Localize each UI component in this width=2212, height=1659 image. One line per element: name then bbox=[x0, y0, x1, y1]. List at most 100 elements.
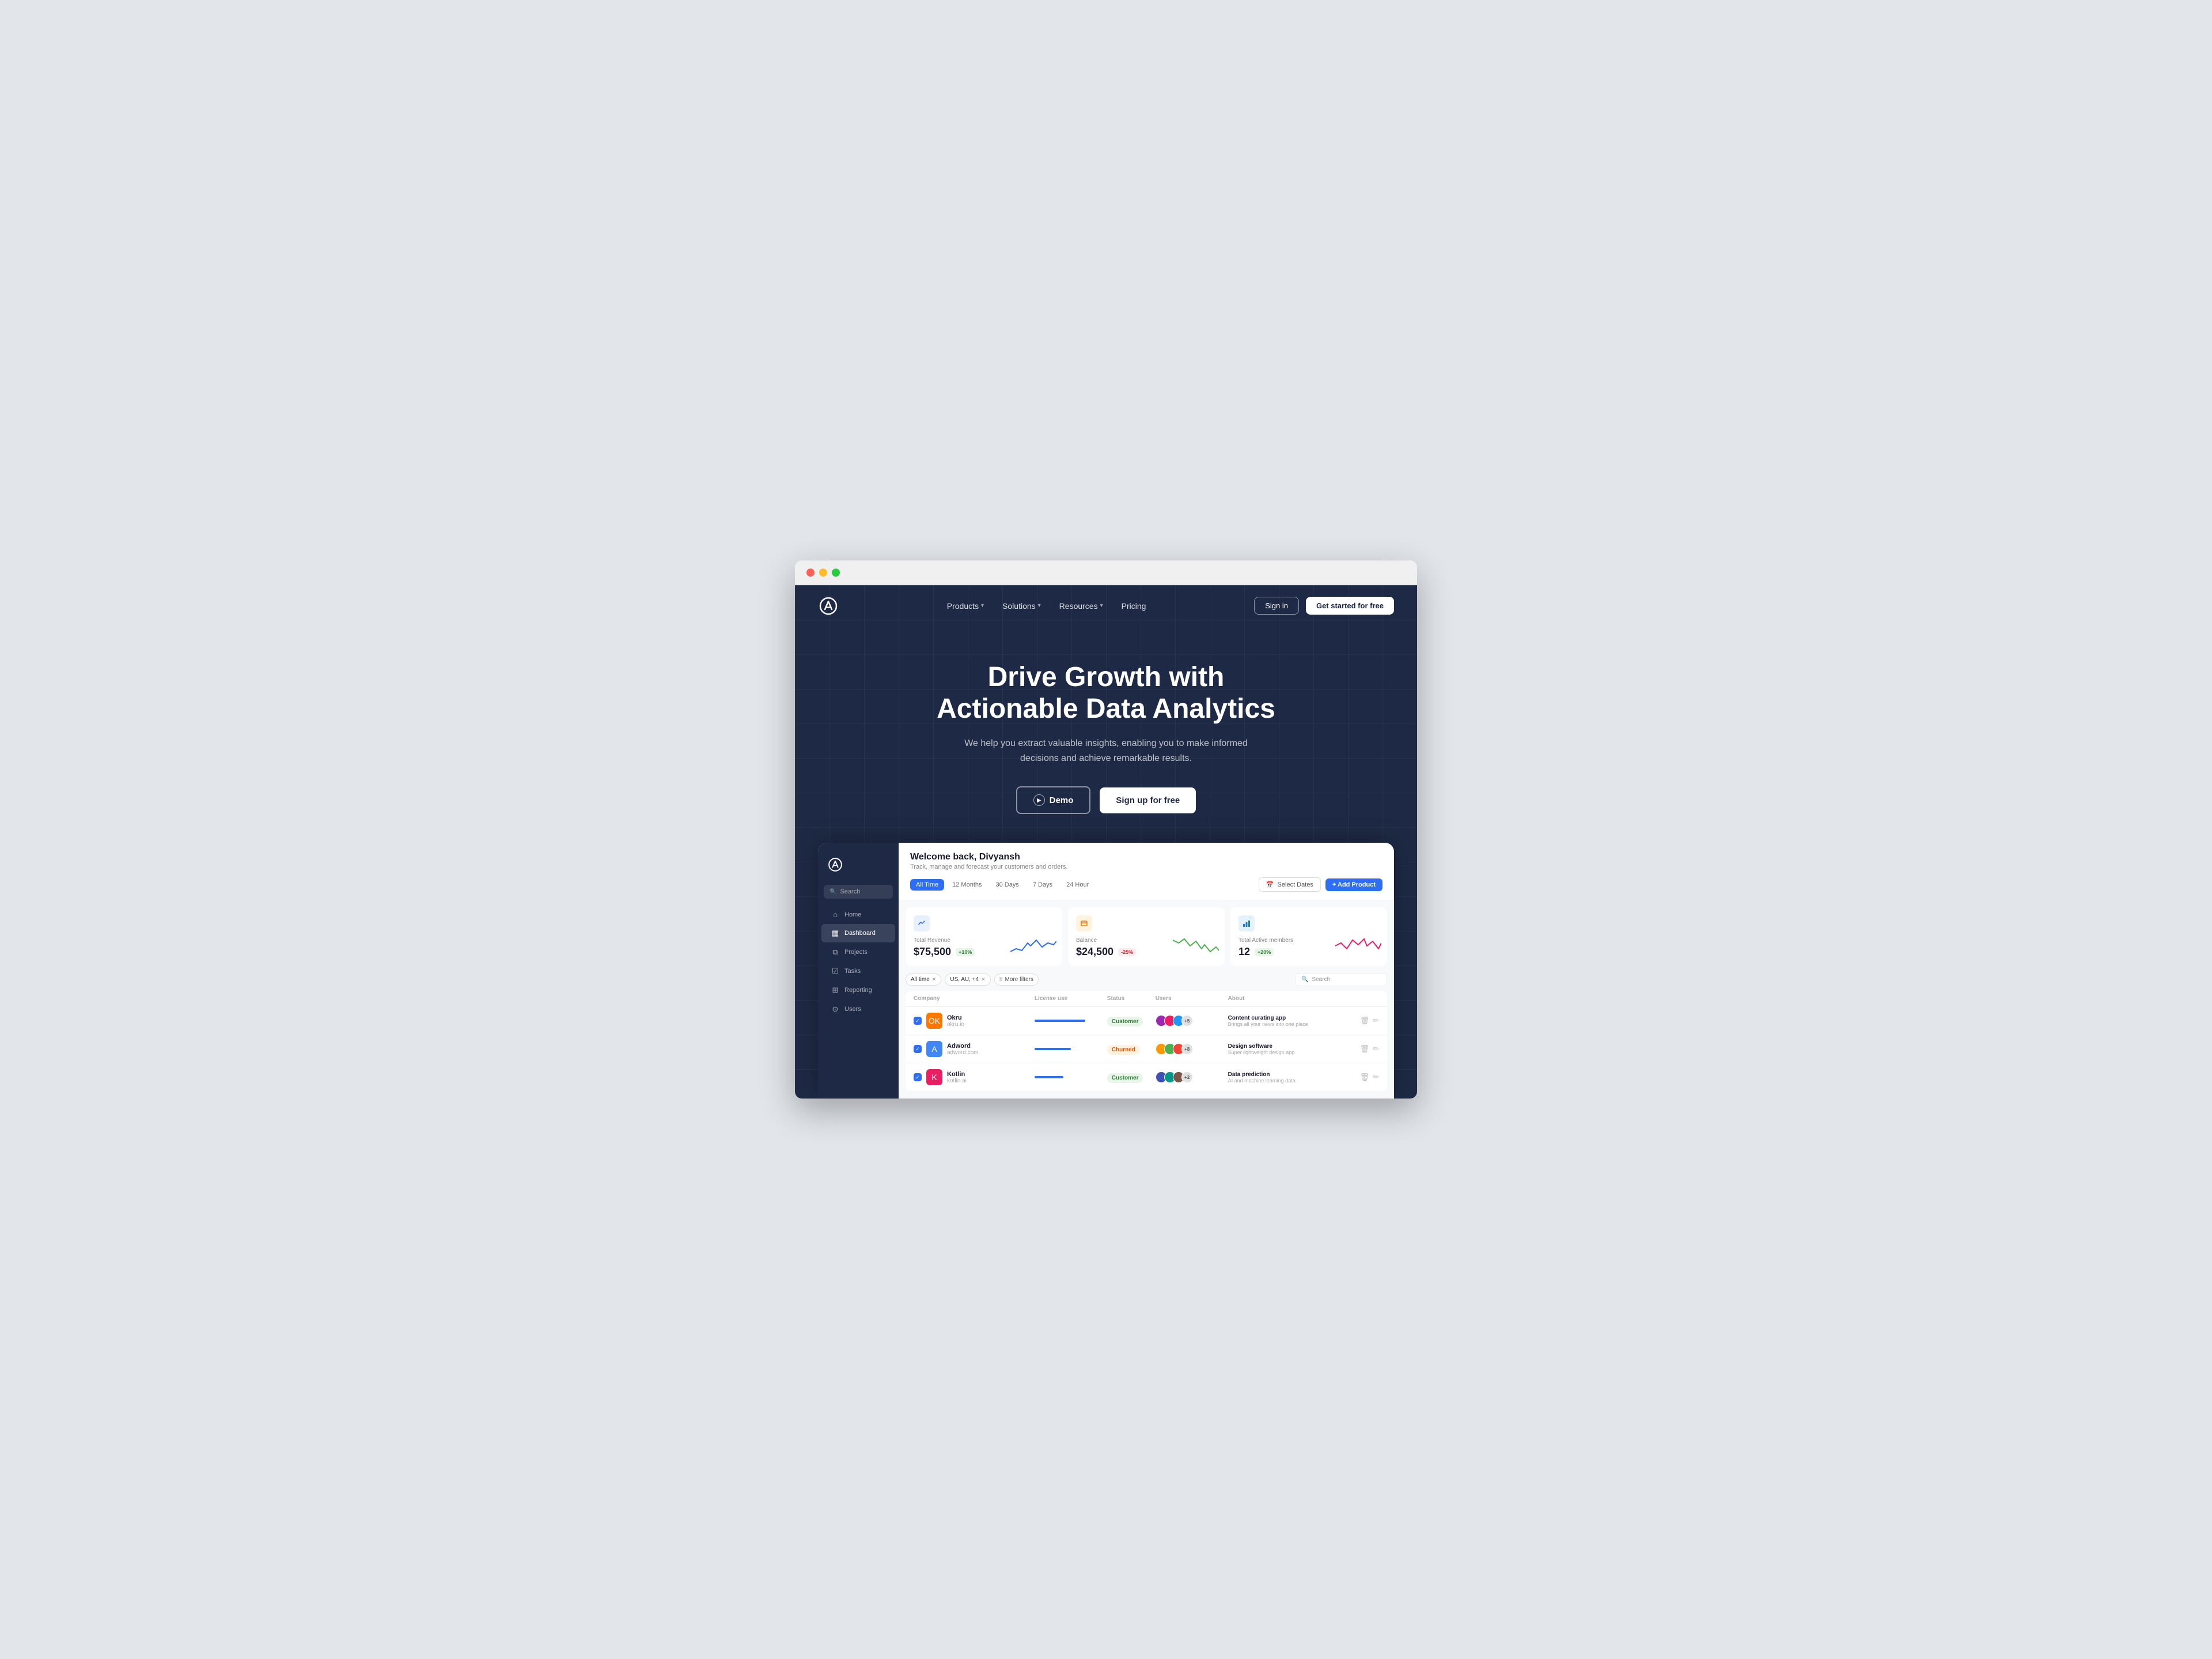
balance-icon bbox=[1076, 915, 1092, 931]
filter-chip-region[interactable]: US, AU, +4 ✕ bbox=[945, 974, 990, 986]
metric-badge: +10% bbox=[956, 948, 975, 956]
hero-content: Drive Growth with Actionable Data Analyt… bbox=[795, 627, 1417, 843]
about-desc: AI and machine learning data bbox=[1228, 1078, 1349, 1084]
dashboard-filters: All Time 12 Months 30 Days 7 Days 24 Hou… bbox=[910, 877, 1382, 892]
metric-value: $75,500 bbox=[914, 946, 951, 958]
about-title: Design software bbox=[1228, 1043, 1349, 1050]
sidebar-search[interactable]: 🔍 Search bbox=[824, 885, 893, 899]
license-cell bbox=[1035, 1020, 1107, 1022]
company-name: Okru bbox=[947, 1014, 964, 1021]
add-product-button[interactable]: + Add Product bbox=[1325, 878, 1382, 891]
remove-filter-icon[interactable]: ✕ bbox=[981, 976, 986, 983]
hero-section: Products ▾ Solutions ▾ Resources ▾ bbox=[795, 585, 1417, 1099]
row-actions: 🗑 ✏ bbox=[1349, 1044, 1379, 1054]
remove-filter-icon[interactable]: ✕ bbox=[932, 976, 937, 983]
browser-chrome bbox=[795, 560, 1417, 585]
row-checkbox[interactable]: ✓ bbox=[914, 1045, 922, 1053]
fullscreen-button[interactable] bbox=[832, 569, 840, 577]
browser-window: Products ▾ Solutions ▾ Resources ▾ bbox=[795, 560, 1417, 1099]
sidebar-item-home[interactable]: ⌂ Home bbox=[821, 906, 895, 923]
tab-30days[interactable]: 30 Days bbox=[990, 879, 1025, 891]
edit-icon[interactable]: ✏ bbox=[1373, 1044, 1379, 1054]
minimize-button[interactable] bbox=[819, 569, 827, 577]
delete-icon[interactable]: 🗑 bbox=[1360, 1044, 1370, 1054]
tasks-icon: ☑ bbox=[831, 967, 840, 976]
company-info: Okru okru.io bbox=[947, 1014, 964, 1028]
table-section: All time ✕ US, AU, +4 ✕ ≡ More filters bbox=[899, 973, 1394, 1099]
company-cell: ✓ A Adword adword.com bbox=[914, 1041, 1035, 1057]
site-logo[interactable] bbox=[818, 596, 839, 616]
col-license: License use bbox=[1035, 995, 1107, 1002]
col-company: Company bbox=[914, 995, 1035, 1002]
delete-icon[interactable]: 🗑 bbox=[1360, 1073, 1370, 1082]
sparkline-members bbox=[1335, 934, 1381, 960]
hero-subtitle: We help you extract valuable insights, e… bbox=[945, 736, 1267, 766]
home-icon: ⌂ bbox=[831, 910, 840, 919]
search-icon: 🔍 bbox=[1301, 976, 1308, 983]
sparkline-balance bbox=[1173, 934, 1219, 960]
filter-chip-alltime[interactable]: All time ✕ bbox=[906, 974, 941, 986]
filter-chip-more[interactable]: ≡ More filters bbox=[994, 974, 1039, 986]
nav-products[interactable]: Products ▾ bbox=[940, 598, 991, 614]
status-badge: Customer bbox=[1107, 1073, 1143, 1083]
projects-icon: ⧉ bbox=[831, 948, 840, 957]
metric-value: $24,500 bbox=[1076, 946, 1113, 958]
users-cell: +2 bbox=[1156, 1071, 1228, 1083]
status-badge: Customer bbox=[1107, 1017, 1143, 1027]
hero-buttons: ▶ Demo Sign up for free bbox=[818, 786, 1394, 814]
status-cell: Customer bbox=[1107, 1016, 1156, 1027]
row-checkbox[interactable]: ✓ bbox=[914, 1073, 922, 1081]
tab-7days[interactable]: 7 Days bbox=[1027, 879, 1058, 891]
dashboard-icon: ▦ bbox=[831, 929, 840, 938]
sidebar-search-placeholder: Search bbox=[840, 888, 860, 895]
select-dates-button[interactable]: 📅 Select Dates bbox=[1259, 877, 1321, 892]
avatar-more: +5 bbox=[1181, 1015, 1193, 1027]
sidebar-item-projects[interactable]: ⧉ Projects bbox=[821, 943, 895, 961]
company-logo: A bbox=[926, 1041, 942, 1057]
edit-icon[interactable]: ✏ bbox=[1373, 1016, 1379, 1025]
signin-button[interactable]: Sign in bbox=[1254, 597, 1299, 615]
sidebar-item-label: Tasks bbox=[844, 968, 861, 975]
nav-pricing[interactable]: Pricing bbox=[1115, 598, 1153, 614]
sidebar-item-dashboard[interactable]: ▦ Dashboard bbox=[821, 924, 895, 942]
tab-12months[interactable]: 12 Months bbox=[946, 879, 987, 891]
table-row: ✓ OK Okru okru.io Cus bbox=[906, 1007, 1387, 1035]
sidebar-item-tasks[interactable]: ☑ Tasks bbox=[821, 962, 895, 980]
sparkline-revenue bbox=[1010, 934, 1056, 960]
sidebar-item-label: Home bbox=[844, 911, 861, 918]
sidebar-item-users[interactable]: ⊙ Users bbox=[821, 1000, 895, 1018]
status-badge: Churned bbox=[1107, 1045, 1140, 1055]
tab-24hour[interactable]: 24 Hour bbox=[1060, 879, 1094, 891]
sidebar-logo bbox=[818, 852, 899, 885]
license-cell bbox=[1035, 1048, 1107, 1050]
calendar-icon: 📅 bbox=[1266, 881, 1274, 888]
col-users: Users bbox=[1156, 995, 1228, 1002]
time-tabs: All Time 12 Months 30 Days 7 Days 24 Hou… bbox=[910, 879, 1094, 891]
users-cell: +5 bbox=[1156, 1015, 1228, 1027]
license-bar bbox=[1035, 1076, 1063, 1078]
revenue-icon bbox=[914, 915, 930, 931]
signup-hero-button[interactable]: Sign up for free bbox=[1100, 787, 1196, 813]
table-search[interactable]: 🔍 Search bbox=[1295, 973, 1387, 986]
nav-resources[interactable]: Resources ▾ bbox=[1052, 598, 1110, 614]
users-avatars: +2 bbox=[1156, 1071, 1228, 1083]
nav-solutions[interactable]: Solutions ▾ bbox=[995, 598, 1048, 614]
table-toolbar: All time ✕ US, AU, +4 ✕ ≡ More filters bbox=[906, 973, 1387, 986]
metric-card-members: Total Active members 12 +20% bbox=[1230, 907, 1387, 966]
header-actions: 📅 Select Dates + Add Product bbox=[1259, 877, 1382, 892]
edit-icon[interactable]: ✏ bbox=[1373, 1073, 1379, 1082]
sidebar-item-reporting[interactable]: ⊞ Reporting bbox=[821, 981, 895, 999]
demo-button[interactable]: ▶ Demo bbox=[1016, 786, 1091, 814]
dashboard-main: Welcome back, Divyansh Track, manage and… bbox=[899, 843, 1394, 1099]
status-cell: Customer bbox=[1107, 1072, 1156, 1083]
play-icon: ▶ bbox=[1033, 794, 1045, 806]
delete-icon[interactable]: 🗑 bbox=[1360, 1016, 1370, 1025]
about-desc: Brings all your news into one place bbox=[1228, 1021, 1349, 1027]
table-filters: All time ✕ US, AU, +4 ✕ ≡ More filters bbox=[906, 974, 1039, 986]
company-logo: OK bbox=[926, 1013, 942, 1029]
row-checkbox[interactable]: ✓ bbox=[914, 1017, 922, 1025]
tab-all-time[interactable]: All Time bbox=[910, 879, 944, 891]
chevron-down-icon: ▾ bbox=[1038, 603, 1041, 609]
get-started-button[interactable]: Get started for free bbox=[1306, 597, 1394, 615]
close-button[interactable] bbox=[806, 569, 815, 577]
